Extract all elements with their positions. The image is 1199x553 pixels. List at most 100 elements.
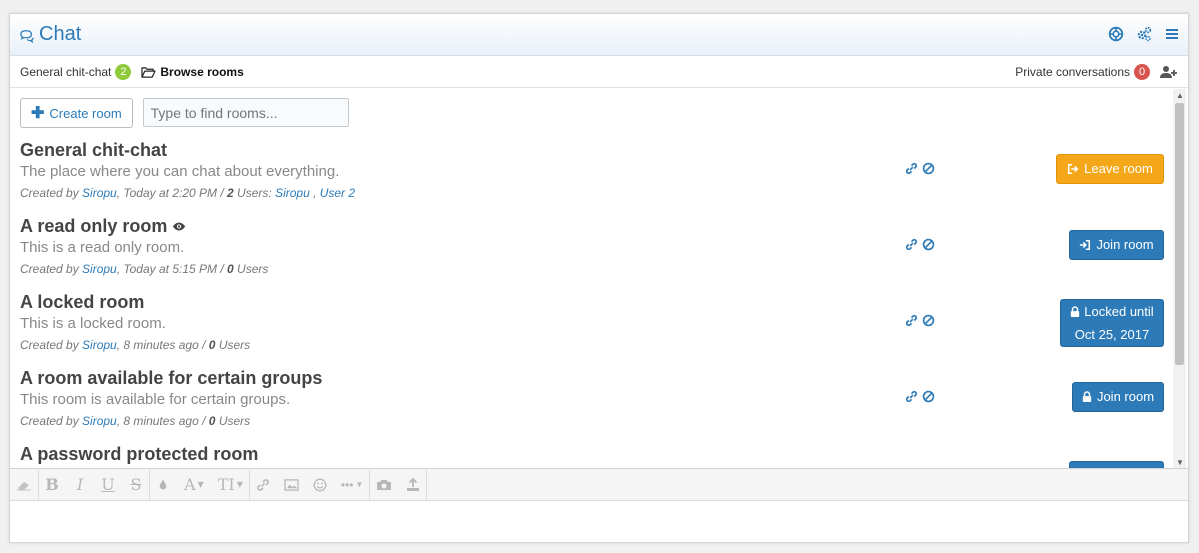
join-room-button[interactable]: Join room	[1072, 382, 1164, 412]
dropdown-arrow-icon: ▼	[236, 480, 243, 489]
menu-icon[interactable]	[1164, 26, 1180, 42]
camera-icon[interactable]	[376, 478, 392, 491]
underline-button[interactable]: U	[101, 475, 115, 494]
chat-title-text: Chat	[39, 23, 82, 45]
user-link[interactable]: User 2	[320, 186, 355, 200]
link-icon[interactable]	[905, 162, 918, 175]
strikethrough-button[interactable]: S	[129, 475, 143, 494]
users-count: 2	[227, 186, 234, 200]
folder-open-icon	[141, 66, 156, 78]
created-by-label: Created by	[20, 262, 79, 276]
private-conversations[interactable]: Private conversations 0	[1015, 64, 1178, 80]
scroll-up-arrow[interactable]: ▲	[1176, 91, 1184, 100]
link-icon[interactable]	[905, 238, 918, 251]
locked-until-date: Oct 25, 2017	[1074, 326, 1150, 342]
font-size-glyph: TI	[217, 475, 235, 494]
link-icon[interactable]	[905, 314, 918, 327]
sign-in-icon	[1080, 239, 1091, 251]
join-room-label: Join room	[1096, 389, 1155, 404]
user-link[interactable]: Siropu	[275, 186, 310, 200]
create-room-button[interactable]: ✚ Create room	[20, 98, 133, 128]
ban-icon[interactable]	[922, 238, 935, 251]
link-icon[interactable]	[905, 390, 918, 403]
room-row: A room available for certain groups This…	[20, 368, 1164, 444]
ban-icon[interactable]	[922, 390, 935, 403]
users-count: 0	[227, 262, 234, 276]
room-name[interactable]: A locked room	[20, 292, 144, 313]
room-description: This is a locked room.	[20, 315, 166, 332]
sign-out-icon	[1068, 163, 1079, 175]
chat-header: Chat	[10, 14, 1188, 56]
upload-icon[interactable]	[406, 477, 420, 492]
bold-button[interactable]: B	[45, 475, 59, 494]
cogs-icon[interactable]	[1136, 26, 1152, 42]
eye-icon	[173, 222, 186, 231]
room-meta: Created by Siropu, 8 minutes ago / 0 Use…	[20, 338, 250, 352]
room-row: A password protected room	[20, 444, 1164, 469]
creator-link[interactable]: Siropu	[82, 186, 117, 200]
unread-count-badge: 2	[115, 64, 132, 80]
join-room-button[interactable]: Join room	[1069, 230, 1164, 260]
creator-link[interactable]: Siropu	[82, 262, 117, 276]
chat-title: Chat	[20, 23, 81, 46]
room-description: The place where you can chat about every…	[20, 163, 340, 180]
plus-icon: ✚	[31, 105, 45, 122]
created-when: , 8 minutes ago /	[116, 414, 209, 428]
room-meta: Created by Siropu, 8 minutes ago / 0 Use…	[20, 414, 250, 428]
room-name[interactable]: A read only room	[20, 216, 186, 237]
link-icon[interactable]	[256, 478, 270, 492]
created-when: , Today at 2:20 PM /	[116, 186, 228, 200]
italic-button[interactable]: I	[73, 475, 87, 494]
tab-label: Browse rooms	[160, 65, 244, 79]
private-conversations-label: Private conversations	[1015, 65, 1130, 79]
chat-bubbles-icon	[20, 30, 34, 43]
message-editor[interactable]	[10, 501, 1188, 542]
more-icon[interactable]: ••• ▼	[341, 478, 364, 492]
smiley-icon[interactable]	[313, 478, 327, 492]
scrollbar-thumb[interactable]	[1175, 103, 1184, 365]
font-family-button[interactable]: A ▼	[184, 475, 204, 494]
room-description: This is a read only room.	[20, 239, 185, 256]
private-count-badge: 0	[1134, 64, 1150, 80]
font-size-button[interactable]: TI ▼	[218, 475, 243, 494]
room-row: A locked room This is a locked room. Cre…	[20, 292, 1164, 368]
rooms-list: ✚ Create room General chit-chat The plac…	[10, 89, 1174, 469]
create-room-label: Create room	[49, 105, 122, 121]
ban-icon[interactable]	[922, 314, 935, 327]
room-meta: Created by Siropu, Today at 5:15 PM / 0 …	[20, 262, 268, 276]
chat-window: Chat General chit-chat 2 Browse rooms Pr…	[9, 13, 1189, 543]
add-user-icon[interactable]	[1160, 65, 1178, 79]
locked-until-label: Locked until	[1084, 303, 1154, 319]
room-name-text: A read only room	[20, 216, 168, 236]
scroll-down-arrow[interactable]: ▼	[1176, 458, 1184, 467]
lock-icon	[1071, 305, 1080, 317]
locked-room-button[interactable]: Locked until Oct 25, 2017	[1060, 299, 1164, 347]
locked-line-1: Locked until	[1070, 303, 1154, 321]
users-label: Users	[215, 414, 251, 428]
creator-link[interactable]: Siropu	[82, 338, 117, 352]
creator-link[interactable]: Siropu	[82, 414, 117, 428]
tab-label: General chit-chat	[20, 65, 112, 79]
room-name[interactable]: A password protected room	[20, 444, 258, 465]
users-label: Users	[215, 338, 251, 352]
created-when: , 8 minutes ago /	[116, 338, 209, 352]
life-ring-icon[interactable]	[1108, 26, 1124, 42]
eraser-icon[interactable]	[16, 479, 32, 491]
users-label: Users	[233, 262, 269, 276]
color-icon[interactable]	[156, 478, 170, 491]
room-search-input[interactable]	[142, 98, 349, 127]
rooms-scrollbar[interactable]: ▲ ▼	[1173, 89, 1186, 469]
created-by-label: Created by	[20, 414, 79, 428]
ban-icon[interactable]	[922, 162, 935, 175]
image-icon[interactable]	[284, 478, 299, 491]
room-row: General chit-chat The place where you ca…	[20, 140, 1164, 216]
created-by-label: Created by	[20, 186, 79, 200]
leave-room-button[interactable]: Leave room	[1056, 154, 1164, 184]
editor-toolbar: B I U S A ▼ TI ▼ ••• ▼	[10, 468, 1188, 501]
room-name[interactable]: A room available for certain groups	[20, 368, 322, 389]
lock-icon	[1082, 391, 1092, 402]
room-name[interactable]: General chit-chat	[20, 140, 167, 161]
tab-browse-rooms[interactable]: Browse rooms	[141, 65, 244, 79]
tab-general-chit-chat[interactable]: General chit-chat 2	[20, 64, 132, 80]
room-row: A read only room This is a read only roo…	[20, 216, 1164, 292]
